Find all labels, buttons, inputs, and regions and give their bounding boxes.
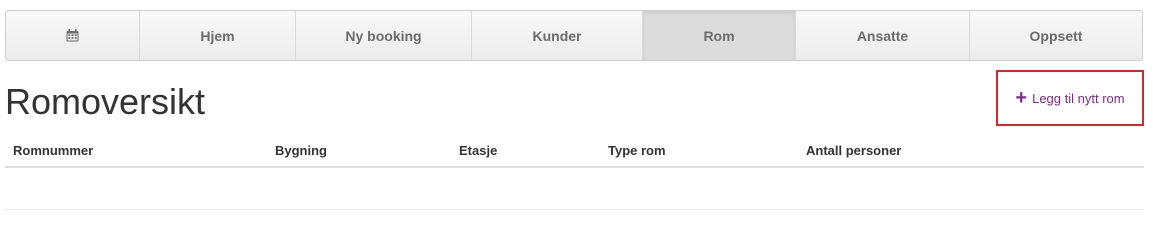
- nav-item-oppsett[interactable]: Oppsett: [970, 11, 1142, 60]
- add-room-button[interactable]: + Legg til nytt rom: [996, 70, 1144, 126]
- column-header-bygning: Bygning: [275, 143, 327, 158]
- column-header-romnummer: Romnummer: [13, 143, 94, 158]
- nav-item-ny-booking[interactable]: Ny booking: [296, 11, 472, 60]
- page-title: Romoversikt: [5, 81, 206, 122]
- nav-calendar[interactable]: [6, 11, 140, 60]
- nav-item-hjem[interactable]: Hjem: [140, 11, 296, 60]
- page: Hjem Ny booking Kunder Rom Ansatte Oppse…: [0, 0, 1153, 248]
- nav-item-kunder[interactable]: Kunder: [472, 11, 643, 60]
- column-header-etasje: Etasje: [459, 143, 498, 158]
- nav-item-rom[interactable]: Rom: [643, 11, 796, 60]
- column-header-antall-personer: Antall personer: [806, 143, 902, 158]
- column-header-type-rom: Type rom: [608, 143, 666, 158]
- nav-item-ansatte[interactable]: Ansatte: [796, 11, 970, 60]
- calendar-icon: [66, 29, 79, 42]
- add-room-label: Legg til nytt rom: [1032, 90, 1125, 106]
- rooms-table-header: Romnummer Bygning Etasje Type rom Antall…: [5, 134, 1144, 168]
- table-divider: [5, 209, 1144, 210]
- main-navbar: Hjem Ny booking Kunder Rom Ansatte Oppse…: [5, 10, 1143, 61]
- plus-icon: +: [1015, 87, 1028, 109]
